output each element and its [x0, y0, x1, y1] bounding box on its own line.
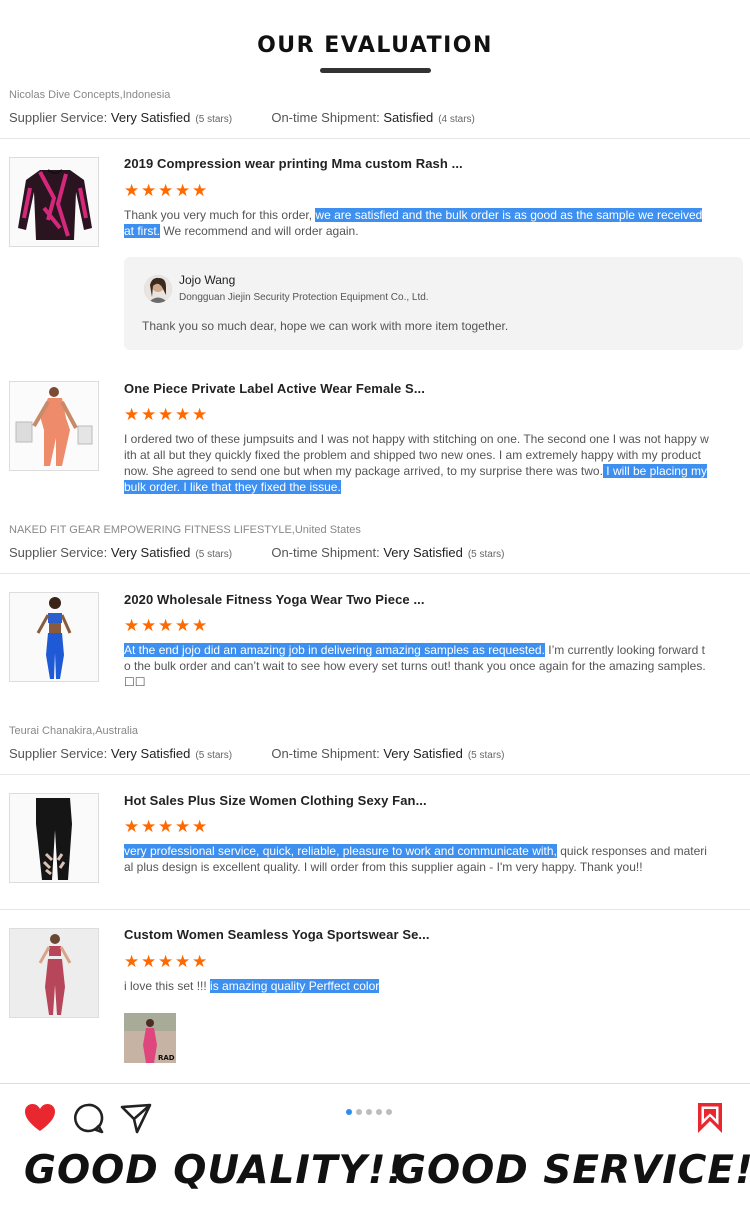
divider: [0, 774, 750, 775]
star-icon: ★: [192, 616, 208, 636]
star-icon: ★: [158, 616, 174, 636]
star-icon: ★: [175, 817, 191, 837]
star-icon: ★: [158, 181, 174, 201]
product-thumbnail[interactable]: [9, 793, 99, 883]
shipment-stars: (4 stars): [438, 114, 475, 125]
product-thumbnail[interactable]: [9, 381, 99, 471]
carousel-indicator: [346, 1109, 392, 1115]
rating-summary: Supplier Service: Very Satisfied (5 stars…: [9, 545, 505, 560]
shipment-label: On-time Shipment:: [271, 110, 380, 125]
supplier-service-label: Supplier Service:: [9, 110, 108, 125]
buyer-name: Nicolas Dive Concepts,Indonesia: [9, 89, 171, 101]
shipment-label: On-time Shipment:: [271, 746, 380, 761]
shipment-value: Very Satisfied: [383, 746, 463, 761]
star-icon: ★: [141, 616, 157, 636]
supplier-service-label: Supplier Service:: [9, 746, 108, 761]
shipment-label: On-time Shipment:: [271, 545, 380, 560]
review-text: At the end jojo did an amazing job in de…: [124, 643, 706, 689]
star-icon: ★: [124, 616, 140, 636]
reply-company: Dongguan Jiejin Security Protection Equi…: [179, 292, 429, 303]
shipment-stars: (5 stars): [467, 549, 505, 560]
reply-text: Thank you so much dear, hope we can work…: [142, 319, 509, 333]
star-icon: ★: [158, 817, 174, 837]
carousel-dot[interactable]: [356, 1109, 362, 1115]
star-rating: ★ ★ ★ ★ ★: [124, 952, 208, 972]
review-text: very professional service, quick, reliab…: [124, 844, 707, 874]
star-icon: ★: [175, 952, 191, 972]
star-icon: ★: [158, 952, 174, 972]
carousel-dot[interactable]: [346, 1109, 352, 1115]
comment-icon[interactable]: [71, 1101, 105, 1135]
supplier-service-stars: (5 stars): [195, 549, 233, 560]
carousel-dot[interactable]: [376, 1109, 382, 1115]
slogan-quality: GOOD QUALITY!!: [24, 1148, 406, 1193]
star-icon: ★: [175, 181, 191, 201]
shipment-value: Very Satisfied: [383, 545, 463, 560]
product-title[interactable]: Hot Sales Plus Size Women Clothing Sexy …: [124, 793, 427, 808]
star-icon: ★: [141, 817, 157, 837]
star-icon: ★: [141, 181, 157, 201]
star-rating: ★ ★ ★ ★ ★: [124, 181, 208, 201]
heart-icon[interactable]: [23, 1101, 57, 1135]
star-icon: ★: [192, 952, 208, 972]
divider: [0, 1083, 750, 1084]
supplier-service-value: Very Satisfied: [110, 746, 191, 761]
review-photo[interactable]: RAD: [124, 1013, 176, 1063]
product-title[interactable]: Custom Women Seamless Yoga Sportswear Se…: [124, 927, 430, 942]
shipment-value: Satisfied: [383, 110, 434, 125]
photo-label: RAD: [158, 1054, 175, 1062]
star-rating: ★ ★ ★ ★ ★: [124, 817, 208, 837]
product-thumbnail[interactable]: [9, 928, 99, 1018]
star-icon: ★: [192, 817, 208, 837]
star-icon: ★: [175, 405, 191, 425]
star-icon: ★: [141, 952, 157, 972]
page-title: OUR EVALUATION: [257, 33, 493, 58]
product-thumbnail[interactable]: [9, 592, 99, 682]
carousel-dot[interactable]: [386, 1109, 392, 1115]
supplier-service-value: Very Satisfied: [110, 110, 191, 125]
star-icon: ★: [124, 817, 140, 837]
supplier-service-label: Supplier Service:: [9, 545, 108, 560]
buyer-name: Teurai Chanakira,Australia: [9, 725, 139, 737]
slogan-service: GOOD SERVICE!!: [394, 1148, 750, 1193]
star-icon: ★: [192, 181, 208, 201]
review-highlight: is amazing quality Perffect color: [210, 979, 380, 993]
product-title[interactable]: One Piece Private Label Active Wear Fema…: [124, 381, 425, 396]
divider: [0, 909, 750, 910]
review-text: Thank you very much for this order, we a…: [124, 208, 703, 238]
star-icon: ★: [192, 405, 208, 425]
buyer-name: NAKED FIT GEAR EMPOWERING FITNESS LIFEST…: [9, 524, 361, 536]
avatar: [144, 275, 172, 303]
star-icon: ★: [141, 405, 157, 425]
star-icon: ★: [124, 405, 140, 425]
product-title[interactable]: 2019 Compression wear printing Mma custo…: [124, 156, 463, 171]
shipment-stars: (5 stars): [467, 750, 505, 761]
star-rating: ★ ★ ★ ★ ★: [124, 405, 208, 425]
star-rating: ★ ★ ★ ★ ★: [124, 616, 208, 636]
rating-summary: Supplier Service: Very Satisfied (5 stars…: [9, 746, 505, 761]
review-text: i love this set !!! is amazing quality P…: [124, 979, 380, 993]
reply-author: Jojo Wang: [179, 273, 236, 287]
send-icon[interactable]: [119, 1101, 153, 1135]
review-highlight: very professional service, quick, reliab…: [124, 844, 557, 858]
divider: [0, 138, 750, 139]
supplier-service-stars: (5 stars): [195, 114, 233, 125]
rating-summary: Supplier Service: Very Satisfied (5 stars…: [9, 110, 475, 125]
supplier-service-value: Very Satisfied: [110, 545, 191, 560]
star-icon: ★: [175, 616, 191, 636]
title-underline: [320, 68, 431, 73]
bookmark-icon[interactable]: [695, 1101, 729, 1135]
product-title[interactable]: 2020 Wholesale Fitness Yoga Wear Two Pie…: [124, 592, 425, 607]
review-highlight: At the end jojo did an amazing job in de…: [124, 643, 545, 657]
seller-reply: Jojo Wang Dongguan Jiejin Security Prote…: [124, 257, 743, 350]
product-thumbnail[interactable]: [9, 157, 99, 247]
supplier-service-stars: (5 stars): [195, 750, 233, 761]
divider: [0, 573, 750, 574]
review-text: I ordered two of these jumpsuits and I w…: [124, 432, 709, 494]
star-icon: ★: [124, 181, 140, 201]
star-icon: ★: [124, 952, 140, 972]
carousel-dot[interactable]: [366, 1109, 372, 1115]
star-icon: ★: [158, 405, 174, 425]
